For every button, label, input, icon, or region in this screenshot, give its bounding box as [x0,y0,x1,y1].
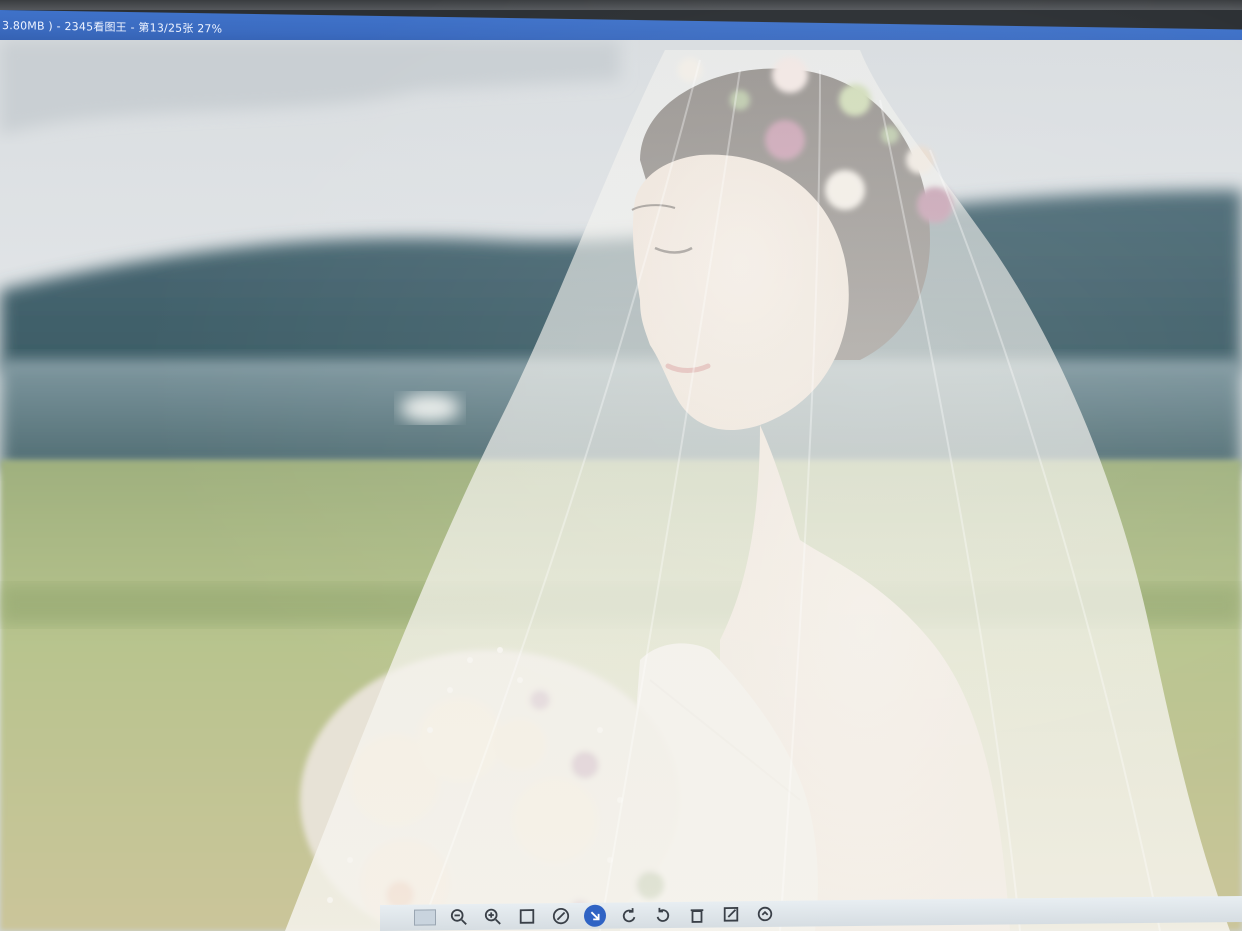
image-viewer[interactable] [0,40,1242,931]
fit-window-icon[interactable] [516,905,538,927]
rotate-right-icon[interactable] [618,904,640,926]
window-title: 3.80MB ) - 2345看图王 - 第13/25张 27% [2,19,223,36]
edit-icon[interactable] [720,903,742,925]
delete-icon[interactable] [686,904,708,926]
screen: 3.80MB ) - 2345看图王 - 第13/25张 27% [0,0,1242,931]
zoom-in-icon[interactable] [482,906,504,928]
zoom-out-icon[interactable] [448,906,470,928]
redo-icon[interactable] [652,904,674,926]
compass-icon[interactable] [550,905,572,927]
displayed-photo [0,40,1242,931]
rotate-left-icon[interactable] [584,904,606,927]
monitor-bezel [0,0,1242,10]
thumbnail-icon[interactable] [414,906,436,928]
more-icon[interactable] [754,903,776,925]
